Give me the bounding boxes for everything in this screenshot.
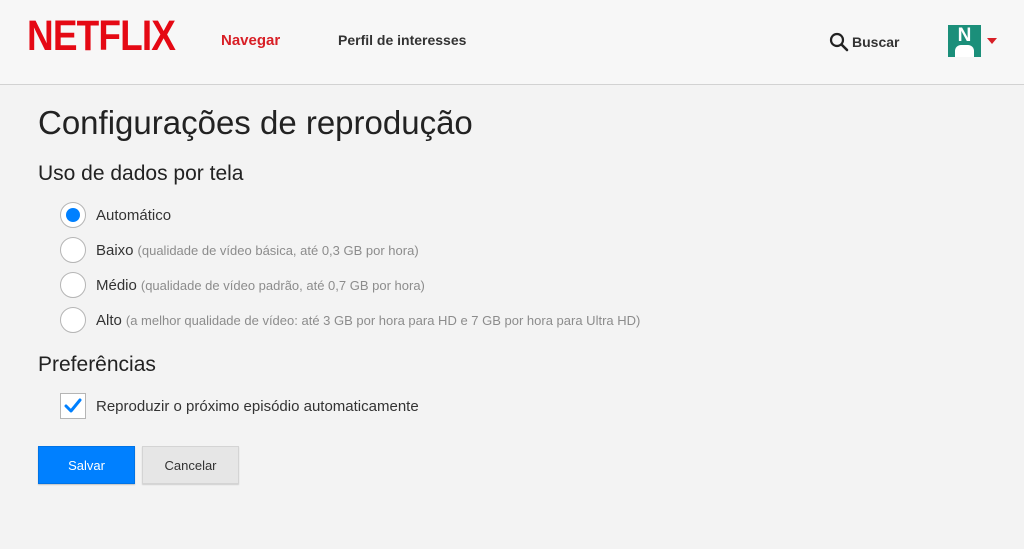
radio-baixo[interactable]: Baixo (qualidade de vídeo básica, até 0,… [60, 237, 419, 263]
nav-navegar[interactable]: Navegar [221, 32, 280, 49]
autoplay-label: Reproduzir o próximo episódio automatica… [96, 397, 419, 415]
checkmark-icon [64, 398, 82, 413]
top-header: NETFLIX Navegar Perfil de interesses Bus… [0, 0, 1024, 85]
search-button[interactable]: Buscar [829, 32, 899, 52]
radio-label: Baixo [96, 241, 134, 259]
radio-label: Médio [96, 276, 137, 294]
radio-medio[interactable]: Médio (qualidade de vídeo padrão, até 0,… [60, 272, 425, 298]
autoplay-option[interactable]: Reproduzir o próximo episódio automatica… [60, 393, 419, 419]
search-label: Buscar [852, 34, 900, 50]
page-title: Configurações de reprodução [38, 104, 473, 141]
netflix-logo[interactable]: NETFLIX [27, 15, 176, 58]
save-button[interactable]: Salvar [38, 446, 135, 484]
preferences-title: Preferências [38, 353, 156, 376]
radio-description: (a melhor qualidade de vídeo: até 3 GB p… [125, 312, 641, 328]
avatar: N [948, 25, 981, 57]
profile-menu[interactable]: N [948, 25, 997, 57]
radio-description: (qualidade de vídeo básica, até 0,3 GB p… [137, 242, 419, 258]
data-usage-title: Uso de dados por tela [38, 162, 244, 185]
radio-button[interactable] [60, 307, 86, 333]
autoplay-checkbox[interactable] [60, 393, 86, 419]
radio-description: (qualidade de vídeo padrão, até 0,7 GB p… [140, 277, 425, 293]
cancel-button[interactable]: Cancelar [142, 446, 239, 484]
radio-button[interactable] [60, 237, 86, 263]
nav-perfil-de-interesses[interactable]: Perfil de interesses [338, 32, 466, 48]
radio-button[interactable] [60, 202, 86, 228]
radio-automatico[interactable]: Automático [60, 202, 171, 228]
search-icon [829, 32, 849, 52]
radio-alto[interactable]: Alto (a melhor qualidade de vídeo: até 3… [60, 307, 640, 333]
caret-down-icon [987, 38, 997, 44]
radio-label: Alto [96, 311, 122, 329]
radio-selected-dot [66, 208, 80, 222]
radio-label: Automático [96, 206, 172, 224]
radio-button[interactable] [60, 272, 86, 298]
avatar-letter: N [957, 25, 972, 46]
